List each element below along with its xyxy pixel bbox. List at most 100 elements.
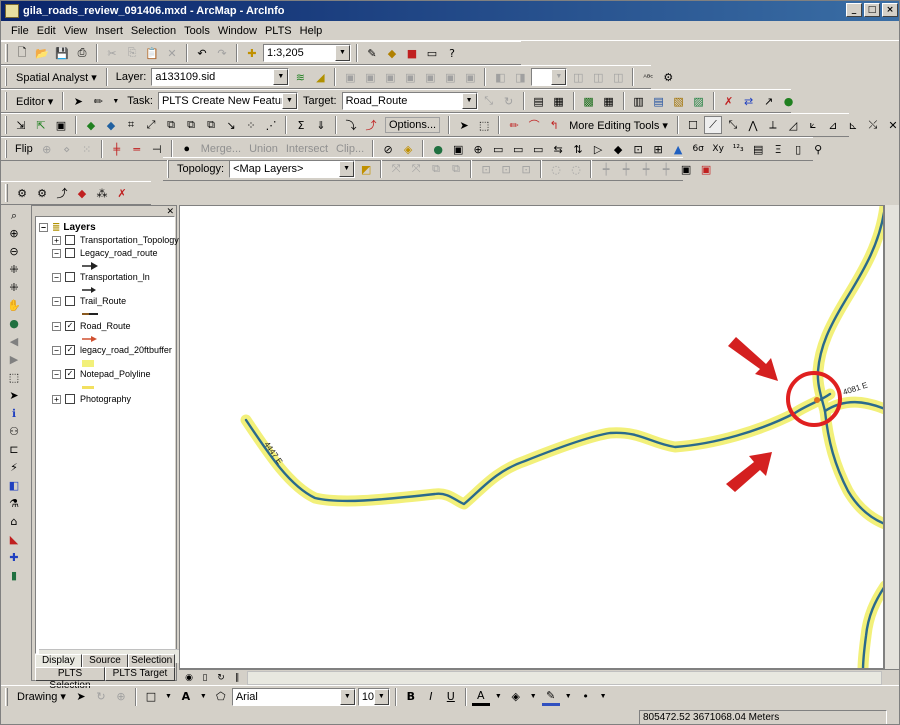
copy-icon[interactable]: ⎘ [123, 44, 141, 62]
layout-view-icon[interactable]: ▯ [199, 672, 211, 684]
plts-tool-4-icon[interactable]: ▤ [650, 92, 668, 110]
feature-tool-16-icon[interactable]: ⤴ [362, 116, 380, 134]
tab-plts-target[interactable]: PLTS Target [105, 667, 175, 681]
histogram-icon[interactable]: ◢ [311, 68, 329, 86]
small-tool-2-icon[interactable]: ⚙ [33, 184, 51, 202]
sketch-tool-dropdown[interactable]: ▼ [112, 98, 119, 105]
clip-button[interactable]: Clip... [336, 143, 364, 155]
small-tool-6-icon[interactable]: ✗ [113, 184, 131, 202]
target-combo[interactable]: Road_Route ▼ [341, 92, 478, 110]
command-line-icon[interactable]: ▭ [423, 44, 441, 62]
toc-layer-notepad-polyline[interactable]: − ✓ Notepad_Polyline [52, 369, 151, 379]
topology-edit-icon[interactable]: ◩ [357, 160, 375, 178]
toolbar-grip[interactable] [5, 116, 7, 134]
small-tool-3-icon[interactable]: ⤴ [53, 184, 71, 202]
feature-tool-8-icon[interactable]: ⧉ [162, 116, 180, 134]
minimize-button[interactable]: _ [846, 3, 862, 17]
small-tool-4-icon[interactable]: ◆ [73, 184, 91, 202]
layer-checkbox[interactable] [65, 235, 75, 245]
maximize-button[interactable]: □ [864, 3, 880, 17]
fill-color-icon[interactable]: ◈ [507, 688, 525, 706]
layer-checkbox[interactable]: ✓ [65, 321, 75, 331]
feature-tool-6-icon[interactable]: ⌗ [122, 116, 140, 134]
toolbar-grip[interactable] [167, 160, 169, 178]
open-icon[interactable]: 📂 [33, 44, 51, 62]
feature-tool-12-icon[interactable]: ⁘ [242, 116, 260, 134]
adv-tool-3-icon[interactable]: ▣ [449, 140, 467, 158]
chevron-down-icon[interactable]: ▼ [339, 688, 355, 705]
spelling-icon[interactable]: ᴬᴮᶜ [639, 68, 657, 86]
edit-vertices-icon[interactable]: ⟋ [703, 116, 722, 134]
options-button[interactable]: Options... [385, 117, 441, 133]
spatial-analyst-menu[interactable]: Spatial Analyst ▾ [12, 68, 101, 86]
feature-tool-14-icon[interactable]: ⇓ [312, 116, 330, 134]
topo-tool-6-icon[interactable]: ⊡ [497, 160, 515, 178]
font-color-icon[interactable]: A [471, 688, 490, 706]
effects-tool-2-icon[interactable]: ◨ [511, 68, 529, 86]
map-horizontal-scrollbar[interactable] [247, 670, 882, 685]
feature-tool-11-icon[interactable]: ↘ [222, 116, 240, 134]
adv-tool-5-icon[interactable]: ▭ [489, 140, 507, 158]
tab-source[interactable]: Source [81, 654, 129, 668]
plts-left-tool-3-icon[interactable]: ⌂ [5, 513, 23, 530]
cogo-tool-3-icon[interactable]: ⟂ [764, 116, 782, 134]
bold-button[interactable]: B [402, 688, 420, 706]
arccatalog-icon[interactable]: ◆ [383, 44, 401, 62]
delete-icon[interactable]: ✕ [163, 44, 181, 62]
layer-combo[interactable]: a133109.sid ▼ [151, 68, 290, 86]
plts-left-tool-5-icon[interactable]: ✚ [5, 549, 23, 566]
effects-tool-1-icon[interactable]: ◧ [491, 68, 509, 86]
map-display[interactable]: 4447 E 4081 E [179, 205, 884, 669]
drawing-menu[interactable]: Drawing ▾ [13, 688, 70, 706]
measure-icon[interactable]: ⊏ [5, 441, 23, 458]
feature-tool-4-icon[interactable]: ◆ [82, 116, 100, 134]
plts-tool-8-icon[interactable]: ⇄ [740, 92, 758, 110]
pause-draw-icon[interactable]: ∥ [231, 672, 243, 684]
plts-left-tool-2-icon[interactable]: ⚗ [5, 495, 23, 512]
topo-tool-1-icon[interactable]: ⤧ [387, 160, 405, 178]
cogo-tool-9-icon[interactable]: ✕ [884, 116, 899, 134]
fixed-zoom-in-icon[interactable]: ⁜ [5, 261, 23, 278]
fill-color-dropdown[interactable]: ▼ [530, 693, 537, 700]
adv-tool-8-icon[interactable]: ⇆ [549, 140, 567, 158]
edit-tool-arrow-icon[interactable]: ➤ [69, 92, 87, 110]
flip-tool-1-icon[interactable]: ⊕ [38, 140, 56, 158]
adv-tool-11-icon[interactable]: ◆ [609, 140, 627, 158]
flip-tool-3-icon[interactable]: ⁙ [78, 140, 96, 158]
merge-button[interactable]: Merge... [201, 143, 241, 155]
select-features-icon[interactable]: ⬚ [5, 369, 23, 386]
add-data-icon[interactable]: ✚ [243, 44, 261, 62]
arc-tool-icon[interactable]: ⌒ [525, 116, 543, 134]
topo-tool-13-icon[interactable]: ┿ [657, 160, 675, 178]
adv-tool-18-icon[interactable]: ▤ [749, 140, 767, 158]
georef-tool-6-icon[interactable]: ▣ [441, 68, 459, 86]
adv-tool-16-icon[interactable]: Xy [709, 140, 727, 158]
georef-tool-5-icon[interactable]: ▣ [421, 68, 439, 86]
marker-color-dropdown[interactable]: ▼ [600, 693, 607, 700]
select-arrow-icon[interactable]: ➤ [455, 116, 473, 134]
zoom-in-box-icon[interactable]: ⌕ [5, 207, 23, 224]
undo-icon[interactable]: ↶ [193, 44, 211, 62]
rectangle-dropdown[interactable]: ▼ [165, 693, 172, 700]
cogo-tool-8-icon[interactable]: ⤯ [864, 116, 882, 134]
adv-tool-13-icon[interactable]: ⊞ [649, 140, 667, 158]
select-elements-icon[interactable]: ➤ [5, 387, 23, 404]
editor-menu[interactable]: Editor ▾ [12, 92, 57, 110]
feature-tool-1-icon[interactable]: ⇲ [12, 116, 30, 134]
feature-tool-10-icon[interactable]: ⧉ [202, 116, 220, 134]
collapse-icon[interactable]: − [39, 223, 48, 232]
layer-checkbox[interactable] [65, 394, 75, 404]
toolbar-grip[interactable] [5, 687, 8, 706]
redo-icon[interactable]: ↷ [213, 44, 231, 62]
feature-tool-15-icon[interactable]: ⤵ [342, 116, 360, 134]
italic-button[interactable]: I [422, 688, 440, 706]
layer-checkbox[interactable] [65, 248, 75, 258]
cut-icon[interactable]: ✂ [103, 44, 121, 62]
toc-layer-legacy-road-buffer[interactable]: − ✓ legacy_road_20ftbuffer [52, 345, 172, 355]
effects-tool-3-icon[interactable]: ◫ [569, 68, 587, 86]
adv-tool-20-icon[interactable]: ▯ [789, 140, 807, 158]
identify-icon[interactable]: ℹ [5, 405, 23, 422]
adv-tool-9-icon[interactable]: ⇅ [569, 140, 587, 158]
toolbar-grip[interactable] [5, 140, 7, 158]
line-color-icon[interactable]: ✎ [541, 688, 560, 706]
